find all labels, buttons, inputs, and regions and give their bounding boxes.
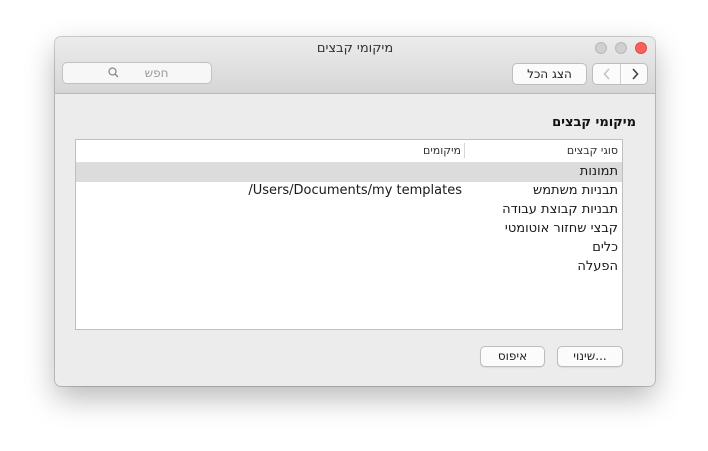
table-row[interactable]: תבניות משתמש /Users/Documents/my templat… xyxy=(76,182,622,201)
close-button[interactable] xyxy=(635,42,647,54)
file-type-cell: תמונות xyxy=(579,164,618,179)
chevron-left-icon xyxy=(602,68,610,80)
table-row[interactable]: כלים xyxy=(76,239,622,258)
table-row[interactable]: תבניות קבוצת עבודה xyxy=(76,201,622,220)
zoom-button[interactable] xyxy=(615,42,627,54)
section-title: מיקומי קבצים xyxy=(552,115,636,130)
file-locations-window: מיקומי קבצים הצג הכל xyxy=(55,37,655,386)
file-type-cell: קבצי שחזור אוטומטי xyxy=(504,221,618,236)
table-row[interactable]: תמונות xyxy=(76,163,622,182)
file-type-cell: תבניות קבוצת עבודה xyxy=(502,202,618,217)
search-field[interactable] xyxy=(62,62,212,84)
search-icon xyxy=(107,64,119,84)
window-title: מיקומי קבצים xyxy=(316,41,394,56)
column-header-file-types[interactable]: סוגי קבצים xyxy=(567,144,618,157)
file-type-cell: הפעלה xyxy=(577,259,618,274)
table-row[interactable]: הפעלה xyxy=(76,258,622,277)
back-button[interactable] xyxy=(593,64,621,84)
location-cell: /Users/Documents/my templates xyxy=(248,183,462,198)
modify-button[interactable]: שינוי... xyxy=(557,346,623,367)
column-header-locations[interactable]: מיקומים xyxy=(423,144,461,157)
chevron-right-icon xyxy=(631,68,639,80)
file-type-cell: כלים xyxy=(592,240,618,255)
file-type-cell: תבניות משתמש xyxy=(532,183,618,198)
table-header: סוגי קבצים מיקומים xyxy=(76,140,622,163)
forward-button[interactable] xyxy=(621,64,647,84)
show-all-button[interactable]: הצג הכל xyxy=(512,63,587,85)
column-divider xyxy=(464,143,465,158)
reset-button[interactable]: איפוס xyxy=(480,346,545,367)
file-locations-table[interactable]: סוגי קבצים מיקומים תמונות תבניות משתמש /… xyxy=(75,139,623,330)
table-row[interactable]: קבצי שחזור אוטומטי xyxy=(76,220,622,239)
search-input[interactable] xyxy=(118,66,169,80)
minimize-button[interactable] xyxy=(595,42,607,54)
nav-buttons xyxy=(592,63,648,85)
titlebar: מיקומי קבצים הצג הכל xyxy=(55,37,655,94)
